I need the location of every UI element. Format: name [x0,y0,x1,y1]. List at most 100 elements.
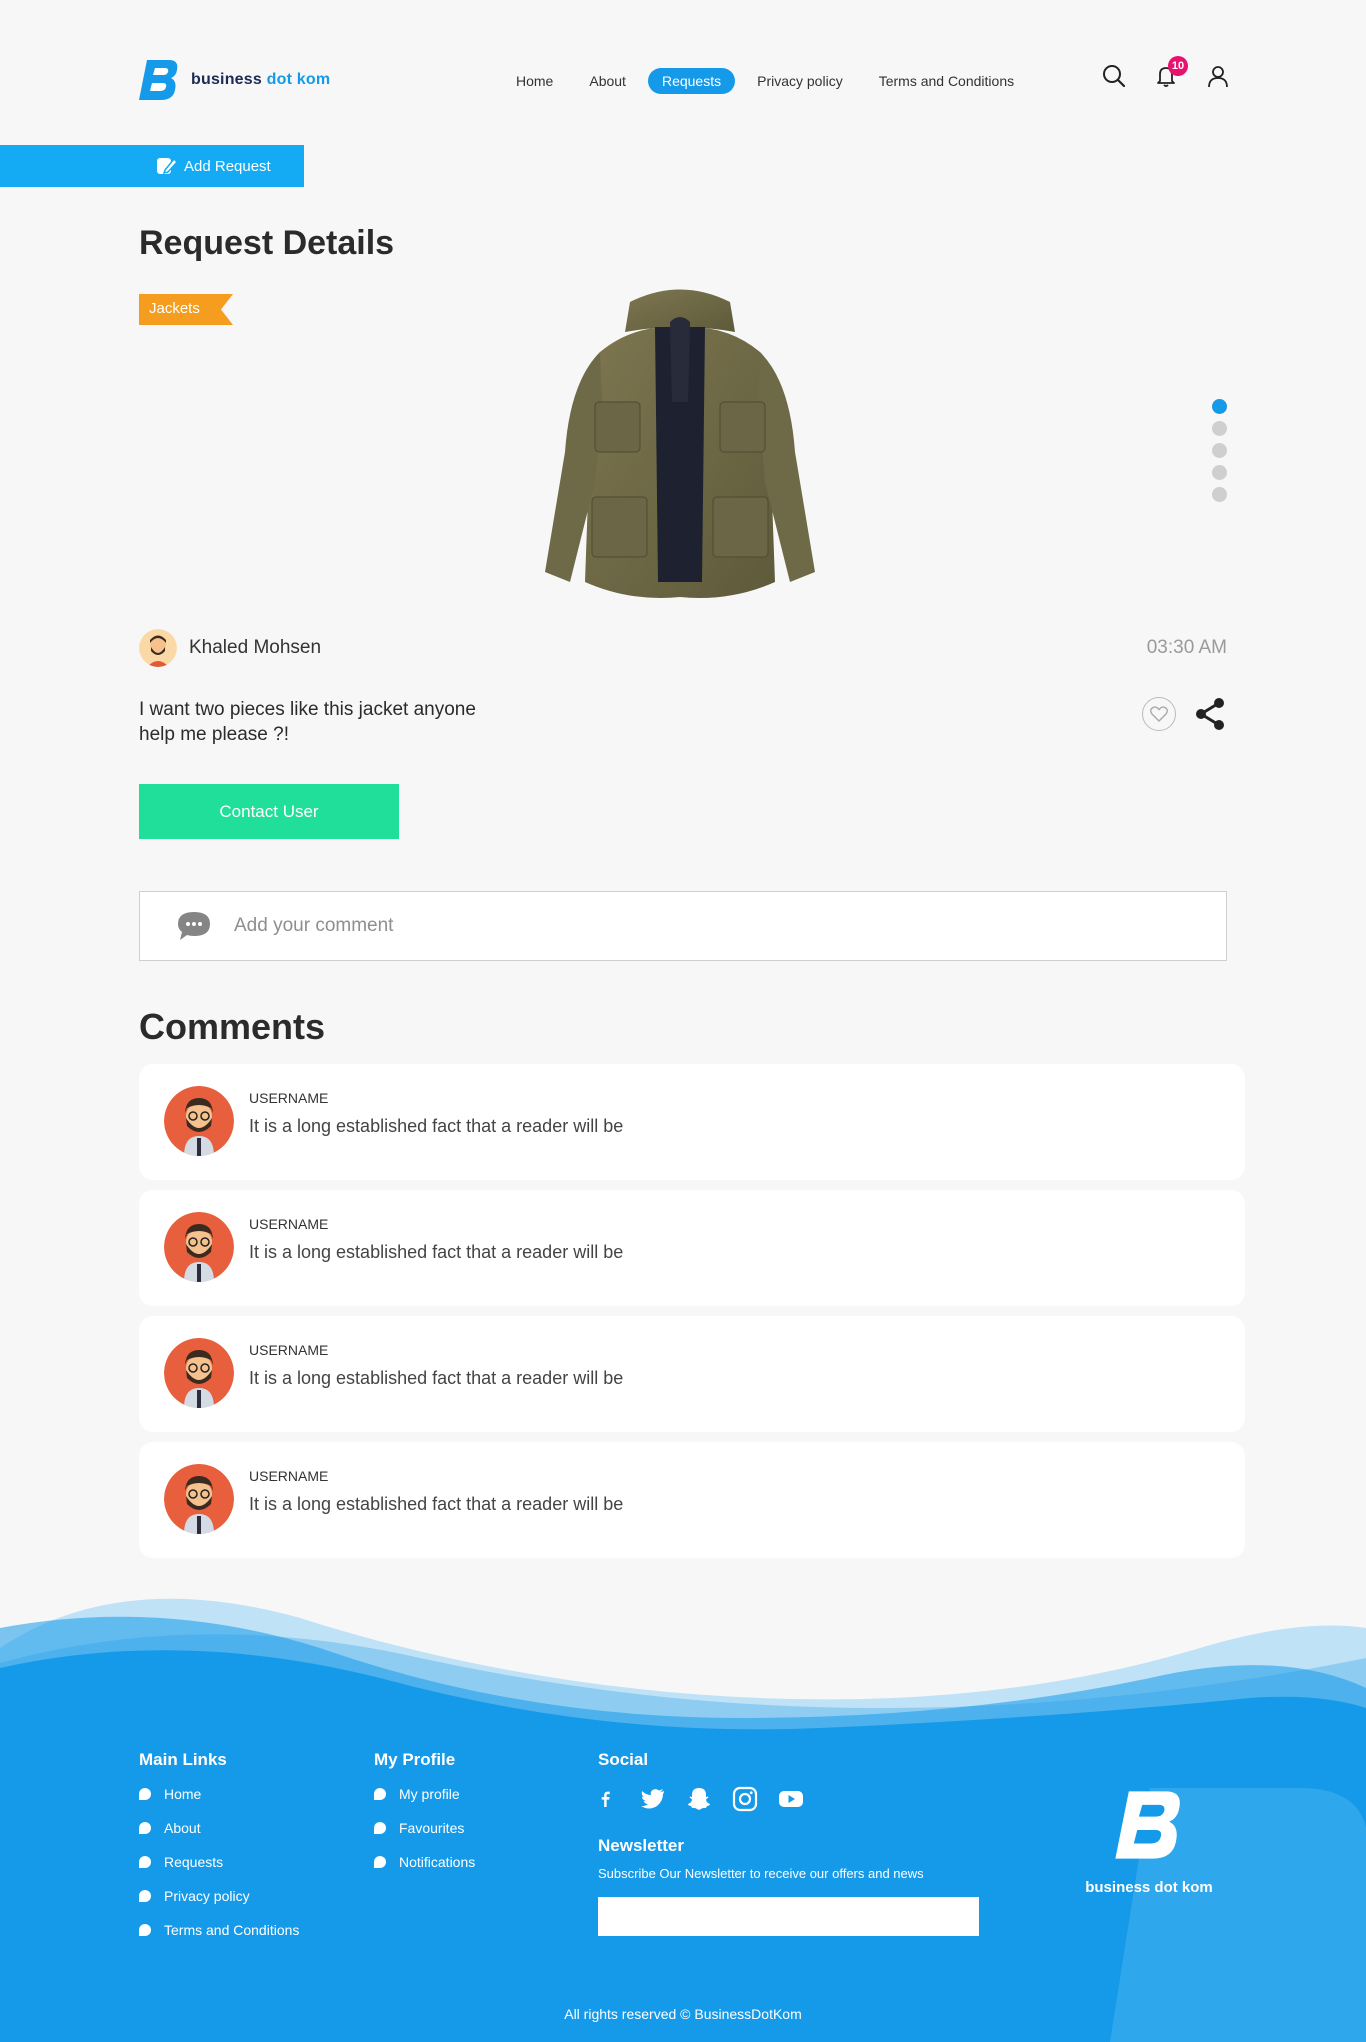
comments-list: USERNAME It is a long established fact t… [139,1064,1245,1568]
comment-text: It is a long established fact that a rea… [249,1242,624,1262]
footer-link-label: About [164,1820,201,1836]
avatar[interactable] [164,1212,234,1282]
logo-b-icon [139,60,178,100]
nav-privacy-policy[interactable]: Privacy policy [743,68,857,94]
add-request-label: Add Request [184,157,271,175]
footer-social-title: Social [598,1750,649,1769]
brand-logo[interactable]: business dot kom [139,58,330,102]
share-icon [1196,698,1224,730]
footer-link-label: Privacy policy [164,1888,250,1904]
avatar[interactable] [164,1338,234,1408]
carousel-dot[interactable] [1212,443,1227,458]
bullet-icon [139,1788,151,1800]
carousel-dot[interactable] [1212,465,1227,480]
main-nav: Home About Requests Privacy policy Terms… [502,66,1036,96]
author-name: Khaled Mohsen [189,637,322,658]
carousel-dot[interactable] [1212,487,1227,502]
footer-link-privacy-policy[interactable]: Privacy policy [139,1888,299,1904]
comment-item: USERNAME It is a long established fact t… [139,1442,1245,1558]
snapchat-icon[interactable] [686,1786,712,1812]
category-label: Jackets [149,300,200,317]
carousel-dot[interactable] [1212,399,1227,414]
request-time: 03:30 AM [1146,637,1227,658]
footer-link-my-profile[interactable]: My profile [374,1786,475,1802]
search-icon[interactable] [1100,62,1128,90]
footer-link-home[interactable]: Home [139,1786,299,1802]
bullet-icon [374,1856,386,1868]
favourite-button[interactable] [1142,697,1176,731]
comment-input[interactable] [234,915,1134,937]
comment-username: USERNAME [249,1216,329,1232]
site-footer: Main Links Home About Requests Privacy p… [0,1588,1366,2042]
bullet-icon [139,1856,151,1868]
instagram-icon[interactable] [732,1786,758,1812]
request-description: I want two pieces like this jacket anyon… [139,699,476,745]
footer-link-label: Home [164,1786,202,1802]
avatar[interactable] [164,1464,234,1534]
user-icon[interactable] [1204,62,1232,90]
request-author[interactable]: Khaled Mohsen [139,629,321,667]
edit-icon [157,157,178,175]
footer-link-label: My profile [399,1786,460,1802]
footer-link-label: Favourites [399,1820,465,1836]
carousel-dot[interactable] [1212,421,1227,436]
footer-link-label: Notifications [399,1854,476,1870]
site-header: business dot kom Home About Requests Pri… [0,0,1366,140]
footer-link-label: Requests [164,1854,224,1870]
footer-link-label: Terms and Conditions [164,1922,300,1938]
footer-link-terms[interactable]: Terms and Conditions [139,1922,299,1938]
bullet-icon [139,1924,151,1936]
category-tag[interactable]: Jackets [139,294,233,325]
bullet-icon [139,1890,151,1902]
footer-main-links: Main Links Home About Requests Privacy p… [139,1750,299,1956]
nav-terms-and-conditions[interactable]: Terms and Conditions [865,68,1028,94]
facebook-icon[interactable] [598,1786,614,1812]
copyright: All rights reserved © BusinessDotKom [564,2006,802,2022]
avatar[interactable] [164,1086,234,1156]
chat-bubble-icon [178,912,210,940]
brand-name: business dot kom [191,71,331,88]
logo-b-icon [1115,1791,1180,1859]
social-icons [598,1786,979,1812]
twitter-icon[interactable] [640,1786,666,1812]
footer-main-links-title: Main Links [139,1750,227,1769]
page-title: Request Details [139,224,395,262]
comment-text: It is a long established fact that a rea… [249,1494,624,1514]
footer-link-requests[interactable]: Requests [139,1854,299,1870]
footer-link-about[interactable]: About [139,1820,299,1836]
youtube-icon[interactable] [778,1786,804,1812]
bullet-icon [139,1822,151,1834]
contact-user-button[interactable]: Contact User [139,784,399,839]
comment-item: USERNAME It is a long established fact t… [139,1190,1245,1306]
comment-username: USERNAME [249,1342,329,1358]
footer-logo[interactable]: business dot kom [1074,1788,1224,1896]
comment-item: USERNAME It is a long established fact t… [139,1316,1245,1432]
heart-icon [1150,706,1168,722]
footer-my-profile: My Profile My profile Favourites Notific… [374,1750,475,1888]
footer-my-profile-title: My Profile [374,1750,456,1769]
nav-home[interactable]: Home [502,68,567,94]
comment-item: USERNAME It is a long established fact t… [139,1064,1245,1180]
product-image-jacket[interactable] [530,282,830,618]
newsletter-subtitle: Subscribe Our Newsletter to receive our … [598,1866,924,1881]
bell-icon[interactable]: 10 [1152,56,1188,90]
footer-link-favourites[interactable]: Favourites [374,1820,475,1836]
nav-requests[interactable]: Requests [647,68,736,94]
footer-social: Social Newsletter Subscribe Our Newslett… [598,1750,979,1936]
header-actions: 10 [1100,56,1256,90]
image-carousel-dots [1212,399,1227,509]
nav-about[interactable]: About [575,68,640,94]
comment-username: USERNAME [249,1468,329,1484]
notification-badge: 10 [1168,56,1188,76]
add-request-button[interactable]: Add Request [0,145,304,187]
bullet-icon [374,1822,386,1834]
footer-link-notifications[interactable]: Notifications [374,1854,475,1870]
bullet-icon [374,1788,386,1800]
newsletter-email-input[interactable] [598,1897,979,1936]
comment-text: It is a long established fact that a rea… [249,1368,624,1388]
comment-box [139,891,1227,961]
comment-text: It is a long established fact that a rea… [249,1116,624,1136]
newsletter-title: Newsletter [598,1836,684,1855]
avatar [139,629,177,667]
share-button[interactable] [1194,696,1226,732]
